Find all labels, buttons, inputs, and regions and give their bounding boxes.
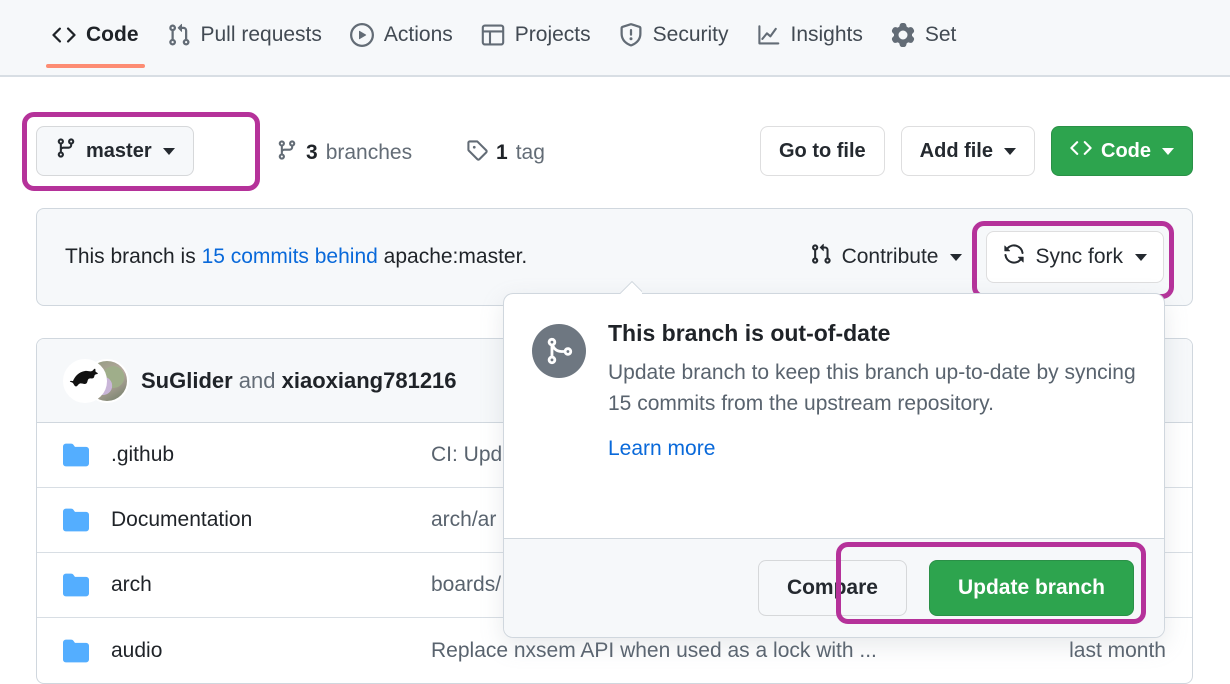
git-branch-icon bbox=[55, 137, 77, 165]
commit-author-name[interactable]: SuGlider bbox=[141, 368, 233, 393]
compare-label: Compare bbox=[786, 576, 878, 599]
sync-fork-popup-footer: Compare Update branch bbox=[504, 538, 1164, 637]
chevron-down-icon bbox=[1004, 147, 1016, 155]
go-to-file-button[interactable]: Go to file bbox=[759, 126, 885, 176]
nav-bottom-border bbox=[0, 75, 1230, 77]
folder-icon bbox=[63, 572, 89, 598]
graph-icon bbox=[757, 23, 781, 47]
branch-status-banner: This branch is 15 commits behind apache:… bbox=[36, 208, 1193, 306]
tags-count-link[interactable]: 1 tag bbox=[466, 139, 545, 167]
branch-status-text: This branch is 15 commits behind apache:… bbox=[65, 245, 527, 269]
folder-icon bbox=[63, 442, 89, 468]
avatar-group bbox=[63, 358, 129, 403]
tags-count: 1 bbox=[496, 141, 508, 164]
shield-icon bbox=[619, 23, 643, 47]
repo-actions: Go to file Add file Code bbox=[759, 126, 1193, 176]
tab-pull-requests-label: Pull requests bbox=[200, 23, 322, 46]
file-name[interactable]: audio bbox=[111, 639, 431, 663]
tab-insights-label: Insights bbox=[790, 23, 863, 46]
tab-settings[interactable]: Set bbox=[877, 0, 971, 70]
file-name[interactable]: arch bbox=[111, 573, 431, 597]
status-suffix: apache:master. bbox=[377, 245, 528, 268]
tag-icon bbox=[466, 139, 488, 167]
branches-label: branches bbox=[325, 141, 413, 164]
code-clone-button[interactable]: Code bbox=[1051, 126, 1193, 176]
commit-author-conjunction: and bbox=[232, 367, 282, 393]
tab-insights[interactable]: Insights bbox=[743, 0, 877, 70]
file-name[interactable]: Documentation bbox=[111, 508, 431, 532]
tags-label: tag bbox=[515, 141, 545, 164]
branches-count-link[interactable]: 3 branches bbox=[276, 139, 412, 167]
branches-count: 3 bbox=[306, 141, 318, 164]
tab-settings-label: Set bbox=[924, 23, 957, 46]
update-branch-button[interactable]: Update branch bbox=[928, 560, 1134, 616]
code-icon bbox=[1070, 137, 1092, 165]
code-icon bbox=[52, 23, 76, 47]
tab-projects-label: Projects bbox=[514, 23, 591, 46]
branch-selector-button[interactable]: master bbox=[36, 126, 194, 176]
folder-icon bbox=[63, 507, 89, 533]
branch-selector-wrap: master bbox=[36, 126, 194, 176]
contribute-label: Contribute bbox=[841, 245, 939, 268]
go-to-file-label: Go to file bbox=[778, 139, 866, 162]
update-branch-label: Update branch bbox=[957, 576, 1105, 599]
branch-selector-label: master bbox=[86, 139, 152, 162]
repo-nav: Code Pull requests Actions Projects Secu… bbox=[0, 0, 1230, 77]
sync-fork-popup: This branch is out-of-date Update branch… bbox=[503, 293, 1165, 638]
git-branch-icon bbox=[276, 139, 298, 167]
tab-projects[interactable]: Projects bbox=[467, 0, 605, 70]
chevron-down-icon bbox=[1135, 253, 1147, 261]
popup-description: Update branch to keep this branch up-to-… bbox=[608, 361, 1136, 416]
tab-pull-requests[interactable]: Pull requests bbox=[153, 0, 336, 70]
commit-coauthor-name[interactable]: xiaoxiang781216 bbox=[282, 368, 457, 393]
contribute-button[interactable]: Contribute bbox=[804, 233, 969, 281]
file-name[interactable]: .github bbox=[111, 443, 431, 467]
sync-fork-popup-content: This branch is out-of-date Update branch… bbox=[608, 320, 1136, 461]
play-icon bbox=[349, 23, 374, 47]
status-actions: Contribute Sync fork bbox=[804, 231, 1164, 283]
git-pull-request-icon bbox=[167, 23, 191, 47]
code-clone-label: Code bbox=[1101, 139, 1151, 162]
commit-authors: SuGlider and xiaoxiang781216 bbox=[141, 368, 457, 394]
avatar[interactable] bbox=[63, 358, 107, 403]
sync-fork-button[interactable]: Sync fork bbox=[986, 231, 1164, 283]
commit-age: last month bbox=[1069, 638, 1166, 662]
gear-icon bbox=[891, 23, 915, 47]
git-merge-icon bbox=[532, 324, 586, 378]
commit-message[interactable]: Replace nxsem API when used as a lock wi… bbox=[431, 639, 976, 663]
popup-title: This branch is out-of-date bbox=[608, 320, 891, 346]
table-icon bbox=[481, 23, 505, 47]
commits-behind-link[interactable]: 15 commits behind bbox=[202, 245, 378, 268]
tab-actions[interactable]: Actions bbox=[336, 0, 467, 70]
learn-more-link[interactable]: Learn more bbox=[608, 437, 715, 460]
sync-fork-label: Sync fork bbox=[1035, 245, 1123, 268]
popup-caret bbox=[620, 281, 642, 294]
chevron-down-icon bbox=[162, 147, 175, 155]
tab-actions-label: Actions bbox=[383, 23, 453, 46]
tab-security[interactable]: Security bbox=[605, 0, 743, 70]
chevron-down-icon bbox=[950, 253, 963, 261]
folder-icon bbox=[63, 638, 89, 664]
sync-icon bbox=[1003, 243, 1025, 271]
git-pull-request-icon bbox=[810, 243, 832, 271]
compare-button[interactable]: Compare bbox=[757, 560, 907, 616]
add-file-label: Add file bbox=[919, 139, 993, 162]
tab-code[interactable]: Code bbox=[38, 0, 153, 70]
add-file-button[interactable]: Add file bbox=[900, 126, 1035, 176]
sugar-glider-avatar-icon bbox=[69, 368, 98, 386]
sync-fork-popup-body: This branch is out-of-date Update branch… bbox=[504, 294, 1164, 461]
tab-security-label: Security bbox=[652, 23, 729, 46]
status-prefix: This branch is bbox=[65, 245, 202, 268]
chevron-down-icon bbox=[1162, 147, 1174, 155]
active-tab-underline bbox=[46, 64, 145, 68]
tab-code-label: Code bbox=[86, 23, 139, 46]
